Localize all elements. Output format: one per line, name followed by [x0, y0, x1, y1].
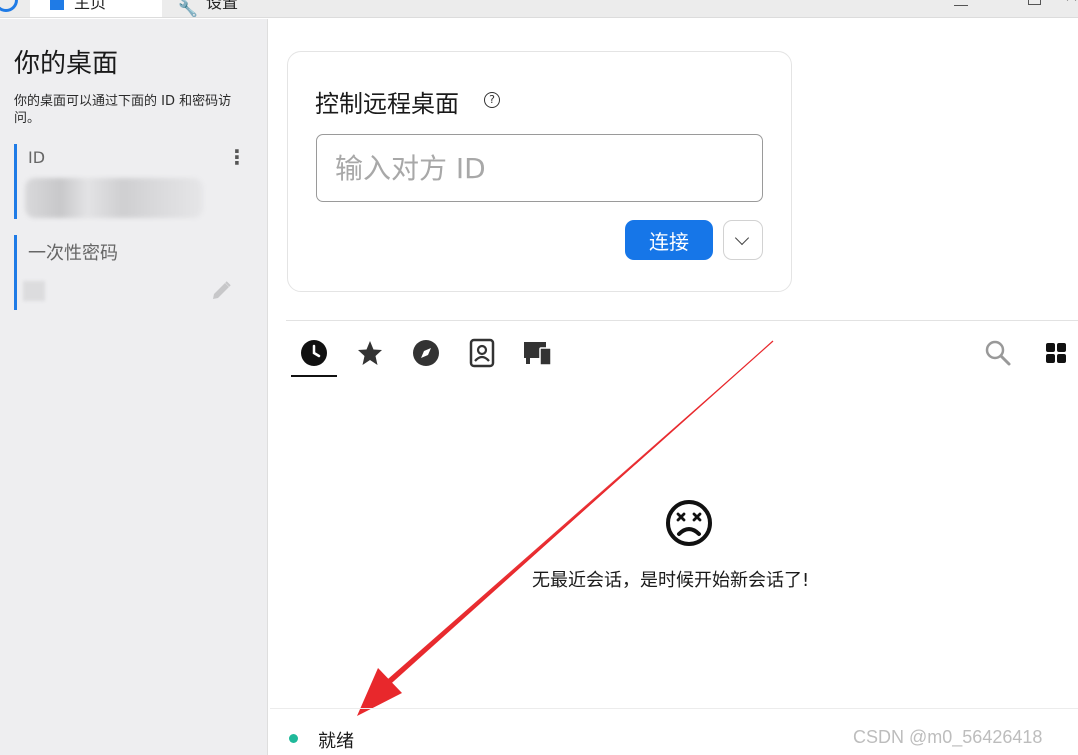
tab-home-label: 主页 — [74, 0, 107, 12]
app-logo-icon — [0, 0, 18, 12]
watermark: CSDN @m0_56426418 — [853, 727, 1043, 747]
more-vertical-icon[interactable]: ⋮ — [227, 146, 247, 168]
dizzy-face-icon — [666, 500, 712, 546]
tab-settings-label: 设置 — [206, 0, 239, 12]
password-label: 一次性密码 — [28, 243, 118, 264]
id-section: ID ⋮ — [14, 144, 247, 219]
star-icon[interactable] — [354, 337, 386, 369]
remote-id-input[interactable] — [316, 134, 763, 202]
id-value-redacted — [25, 178, 203, 218]
sidebar-title: 你的桌面 — [14, 49, 119, 79]
grid-view-icon[interactable] — [1040, 337, 1072, 369]
minimize-button[interactable] — [954, 0, 968, 6]
tab-home[interactable]: 主页 — [30, 0, 162, 17]
title-bar: 主页 🔧 设置 ✕ — [0, 0, 1078, 18]
sidebar-description: 你的桌面可以通过下面的 ID 和密码访问。 — [14, 94, 232, 126]
pencil-icon[interactable] — [209, 279, 233, 303]
password-section: 一次性密码 — [14, 235, 244, 310]
compass-icon[interactable] — [410, 337, 442, 369]
address-book-icon[interactable] — [466, 337, 498, 369]
clock-icon[interactable] — [298, 337, 330, 369]
id-label: ID — [28, 148, 46, 167]
chevron-down-icon — [734, 230, 750, 246]
empty-state-text: 无最近会话，是时候开始新会话了! — [532, 570, 810, 591]
password-value-redacted — [23, 281, 45, 301]
tab-settings[interactable]: 🔧 设置 — [178, 0, 258, 18]
maximize-button[interactable] — [1028, 0, 1041, 5]
status-divider — [270, 708, 1078, 709]
connect-button[interactable]: 连接 — [625, 220, 713, 260]
connect-options-button[interactable] — [723, 220, 763, 260]
status-indicator — [289, 734, 298, 743]
devices-icon[interactable] — [522, 337, 554, 369]
help-icon[interactable]: ? — [484, 92, 500, 108]
close-button[interactable]: ✕ — [1064, 0, 1078, 7]
divider — [286, 320, 1078, 321]
search-icon[interactable] — [982, 337, 1014, 369]
wrench-icon: 🔧 — [178, 0, 198, 18]
connect-title: 控制远程桌面 — [315, 90, 459, 118]
status-text: 就绪 — [318, 731, 354, 752]
active-tab-indicator — [291, 375, 337, 377]
home-icon — [50, 0, 64, 10]
sidebar: 你的桌面 你的桌面可以通过下面的 ID 和密码访问。 ID ⋮ 一次性密码 — [0, 19, 268, 755]
connect-card: 控制远程桌面 ? 连接 — [287, 51, 792, 292]
